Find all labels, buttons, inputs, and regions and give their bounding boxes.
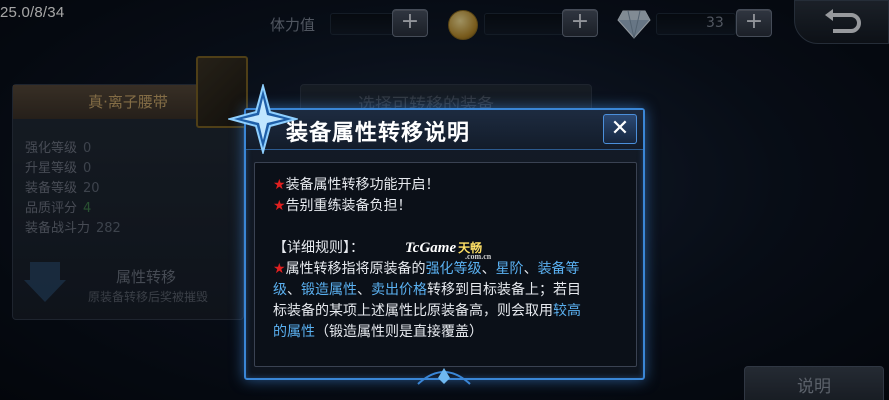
rule-text: （锻造属性则是直接覆盖） — [315, 324, 483, 340]
intro-text: 告别重练装备负担！ — [285, 198, 412, 214]
separator: 、 — [481, 261, 496, 277]
watermark-domain: .com.cn — [465, 252, 492, 261]
keyword-higher-attr: 较高 — [553, 303, 581, 319]
keyword-sell-price: 卖出价格 — [371, 282, 427, 298]
close-button[interactable]: ✕ — [603, 114, 637, 144]
watermark-brand: TcGame — [405, 240, 457, 256]
rule-text: 属性转移指将原装备的 — [285, 261, 426, 277]
rule-line: 级、锻造属性、卖出价格转移到目标装备上；若目 — [273, 280, 633, 301]
keyword-forge-attr: 锻造属性 — [301, 282, 357, 298]
site-watermark: TcGame 天畅 .com.cn — [405, 239, 491, 261]
rules-text: ★装备属性转移功能开启！ ★告别重练装备负担！ 【详细规则】： ★属性转移指将原… — [273, 175, 633, 343]
dialog-body: ★装备属性转移功能开启！ ★告别重练装备负担！ 【详细规则】： ★属性转移指将原… — [254, 162, 637, 367]
intro-text: 装备属性转移功能开启！ — [285, 177, 440, 193]
separator: 、 — [523, 261, 538, 277]
dialog-title: 装备属性转移说明 — [286, 121, 471, 146]
keyword-star-rank: 星阶 — [495, 261, 524, 277]
rule-line: 的属性（锻造属性则是直接覆盖） — [273, 322, 633, 343]
dialog-emblem-icon — [417, 368, 471, 385]
star-icon: ★ — [273, 198, 286, 214]
separator: 、 — [357, 282, 371, 298]
rule-text: 标装备的某项上述属性比原装备高，则会取用 — [273, 303, 553, 319]
keyword-equip-level: 装备等 — [537, 261, 580, 277]
rule-line: 标装备的某项上述属性比原装备高，则会取用较高 — [273, 301, 633, 322]
star-icon: ★ — [273, 261, 286, 277]
separator: 、 — [287, 282, 301, 298]
dialog-header: 装备属性转移说明 ✕ — [228, 84, 643, 154]
intro-line: ★装备属性转移功能开启！ — [273, 175, 633, 196]
intro-line: ★告别重练装备负担！ — [273, 196, 633, 217]
rule-line: ★属性转移指将原装备的强化等级、星阶、装备等 — [273, 259, 633, 280]
keyword-higher-attr: 的属性 — [273, 324, 315, 340]
transfer-info-dialog: 装备属性转移说明 ✕ ★装备属性转移功能开启！ ★告别重练装备负担！ 【详细规则… — [228, 84, 645, 385]
star-icon: ★ — [273, 177, 286, 193]
keyword-equip-level: 级 — [273, 282, 287, 298]
rule-text: 转移到目标装备上；若目 — [427, 282, 581, 298]
keyword-enhance-level: 强化等级 — [425, 261, 482, 277]
